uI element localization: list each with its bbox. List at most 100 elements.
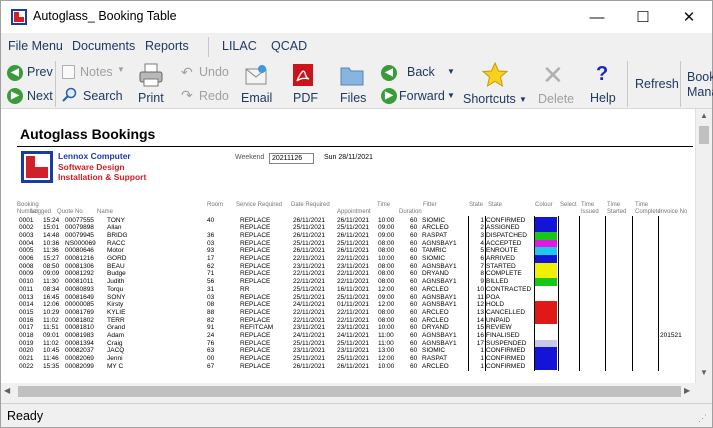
cell-logged: 11:51: [43, 324, 59, 332]
vertical-scroll-thumb[interactable]: [699, 126, 709, 144]
cell-state: 8: [480, 270, 484, 278]
next-label: Next: [27, 89, 53, 103]
cell-num: 0019: [19, 339, 34, 347]
company-tagline-2: Installation & Support: [58, 172, 147, 182]
cell-name: TONY: [107, 216, 125, 224]
column-header-select: Select: [560, 202, 577, 208]
weekend-field[interactable]: 20211126: [269, 153, 314, 164]
cell-colour-swatch: [535, 270, 557, 279]
booking-manager-label-2: Mana: [687, 85, 713, 99]
cell-colour-swatch: [535, 347, 557, 356]
column-gridline: [468, 215, 469, 371]
company-logo-icon: [21, 151, 53, 183]
cell-datereq: 22/11/2021: [293, 255, 326, 262]
resize-grip-icon[interactable]: ⋰: [698, 413, 707, 424]
scroll-left-icon[interactable]: ◀: [4, 386, 14, 398]
cell-invoice: 201521: [660, 332, 682, 339]
cell-dur: 60: [410, 255, 418, 262]
cell-service: REPLACE: [240, 231, 271, 239]
toolbar-divider: [55, 61, 56, 107]
cell-appt: 23/11/2021: [337, 262, 370, 270]
email-label: Email: [241, 91, 273, 105]
cell-service: REPLACE: [240, 362, 271, 370]
back-label: Back: [407, 65, 435, 79]
cell-room: 31: [207, 285, 215, 293]
column-header-fitter: Fitter: [423, 202, 437, 208]
forward-arrow-icon: ▶: [381, 88, 397, 104]
refresh-button[interactable]: Refresh: [635, 77, 679, 91]
cell-appt: 26/11/2021: [337, 247, 370, 255]
cell-num: 0003: [19, 231, 34, 239]
vertical-scrollbar[interactable]: ▲ ▼: [695, 109, 712, 383]
cell-logged: 15:35: [43, 362, 60, 370]
cell-num: 0015: [19, 308, 34, 316]
cell-datereq: 26/11/2021: [293, 362, 326, 370]
cell-fitter: SIOMIC: [422, 255, 446, 262]
cell-name: Budge: [107, 270, 126, 278]
menu-qcad[interactable]: QCAD: [271, 39, 307, 53]
cell-dur: 60: [410, 293, 418, 301]
cell-appt: 26/11/2021: [337, 216, 370, 224]
cell-name: Motor: [107, 247, 124, 255]
cell-service: REPLACE: [240, 332, 271, 339]
menu-documents[interactable]: Documents: [72, 39, 135, 53]
cell-state: 6: [480, 255, 484, 262]
email-icon: [245, 65, 267, 85]
cell-time: 08:00: [378, 239, 395, 247]
horizontal-scroll-thumb[interactable]: [18, 386, 681, 397]
cell-fitter: AGNSBAY1: [422, 278, 457, 286]
column-gridline: [558, 215, 559, 371]
cell-time: 08:00: [378, 316, 395, 324]
cell-appt: 22/11/2021: [337, 316, 370, 324]
cell-service: REPLACE: [240, 347, 271, 355]
cell-time: 09:00: [378, 293, 395, 301]
cell-datereq: 22/11/2021: [293, 308, 326, 316]
prev-arrow-icon: ◀: [7, 65, 23, 81]
menu-lilac[interactable]: LILAC: [222, 39, 257, 53]
maximize-button[interactable]: ☐: [620, 1, 666, 33]
cell-num: 0010: [19, 278, 34, 286]
cell-datereq: 26/11/2021: [293, 231, 326, 239]
cell-quote: 00079945: [65, 231, 94, 239]
horizontal-scrollbar[interactable]: ◀ ▶: [1, 383, 695, 401]
scroll-up-icon[interactable]: ▲: [698, 111, 710, 123]
column-header-colour: Colour: [535, 202, 553, 208]
cell-state: 1: [480, 347, 484, 355]
company-name: Lennox Computer: [58, 151, 131, 161]
close-button[interactable]: ✕: [666, 1, 712, 33]
cell-fitter: TAMRIC: [422, 247, 447, 255]
cell-fitter: AGNSBAY1: [422, 332, 457, 339]
cell-colour-swatch: [535, 247, 557, 255]
cell-service: REPLACE: [240, 262, 271, 270]
column-header-time2: Time: [581, 202, 595, 208]
column-header-logged: Logged: [31, 209, 52, 215]
cell-colour-swatch: [535, 285, 557, 294]
minimize-button[interactable]: —: [574, 1, 620, 33]
menu-file[interactable]: File Menu: [8, 39, 63, 53]
cell-dur: 60: [410, 270, 418, 278]
cell-logged: 11:36: [43, 247, 59, 255]
toolbar-divider: [627, 61, 628, 107]
cell-fitter: RASPAT: [422, 355, 448, 363]
cell-datereq: 25/11/2021: [293, 224, 326, 232]
cell-colour-swatch: [535, 362, 557, 371]
cell-service: REPLACE: [240, 255, 271, 262]
cell-colour-swatch: [535, 308, 557, 317]
cell-time: 11:00: [378, 339, 394, 347]
cell-room: 40: [207, 216, 215, 224]
back-arrow-icon: ◀: [381, 65, 397, 81]
cell-time: 11:00: [378, 332, 394, 339]
cell-time: 10:00: [378, 324, 395, 332]
scroll-down-icon[interactable]: ▼: [698, 368, 710, 380]
scroll-right-icon[interactable]: ▶: [684, 386, 694, 398]
column-header-name: Name: [97, 209, 114, 215]
cell-time: 12:00: [378, 355, 395, 363]
cell-room: 00: [207, 355, 215, 363]
cell-dur: 60: [410, 316, 418, 324]
menu-reports[interactable]: Reports: [145, 39, 189, 53]
cell-appt: 23/11/2021: [337, 347, 370, 355]
column-header-service: Service Required: [236, 202, 283, 208]
cell-quote: 00081292: [65, 270, 94, 278]
cell-appt: 25/11/2021: [337, 224, 370, 232]
cell-logged: 08:34: [43, 285, 60, 293]
